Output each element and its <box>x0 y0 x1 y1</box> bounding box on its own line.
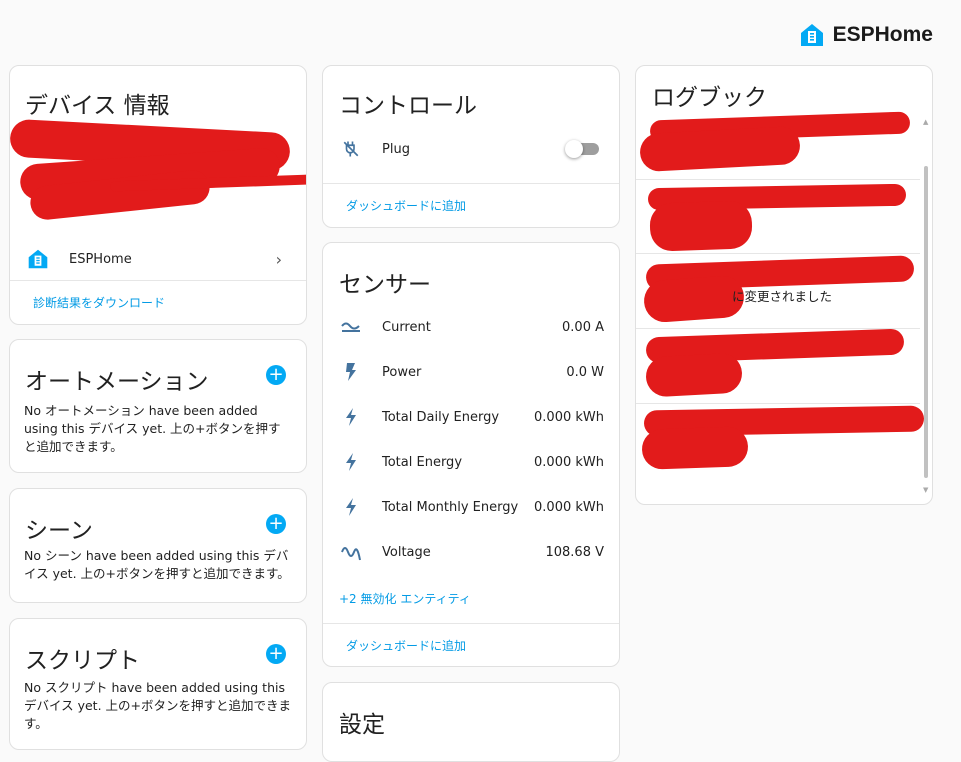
scripts-description: No スクリプト have been added using this デバイス… <box>24 680 292 731</box>
lightning-bolt-icon <box>340 453 362 471</box>
download-diagnostics-link[interactable]: 診断結果をダウンロード <box>33 294 165 311</box>
power-plug-off-icon <box>340 140 362 158</box>
logbook-scrollbar[interactable]: ▲ ▼ <box>923 118 929 494</box>
sensor-name: Total Daily Energy <box>382 409 500 425</box>
sensors-add-to-dashboard-link[interactable]: ダッシュボードに追加 <box>346 637 466 654</box>
sensor-row-total-monthly-energy[interactable]: Total Monthly Energy 0.000 kWh <box>323 495 619 519</box>
add-scene-button[interactable]: + <box>266 514 286 534</box>
chevron-right-icon: › <box>275 249 282 269</box>
redacted-region <box>645 352 743 398</box>
lightning-bolt-icon <box>340 498 362 516</box>
sensor-value: 108.68 V <box>545 544 604 560</box>
sensor-name: Total Monthly Energy <box>382 499 519 515</box>
controls-add-to-dashboard-link[interactable]: ダッシュボードに追加 <box>346 197 466 214</box>
top-bar: ESPHome <box>0 0 961 66</box>
controls-card: コントロール Plug ダッシュボードに追加 <box>322 65 620 228</box>
automations-title: オートメーション <box>25 369 209 395</box>
automations-card: オートメーション + No オートメーション have been added u… <box>9 339 307 473</box>
logbook-card: ログブック に変更されました ▲ ▼ <box>635 65 933 505</box>
disabled-entities-link[interactable]: +2 無効化 エンティティ <box>339 590 471 607</box>
logbook-title: ログブック <box>652 85 767 111</box>
scenes-description: No シーン have been added using this デバイス y… <box>24 548 290 581</box>
controls-title: コントロール <box>339 93 477 119</box>
scroll-up-arrow-icon[interactable]: ▲ <box>923 118 928 126</box>
integration-label: ESPHome <box>69 251 132 267</box>
logbook-entry[interactable] <box>636 108 920 180</box>
brand: ESPHome <box>799 22 933 48</box>
scrollbar-thumb[interactable] <box>924 166 928 478</box>
sensor-row-power[interactable]: Power 0.0 W <box>323 360 619 384</box>
redacted-region <box>649 200 753 252</box>
sensor-value: 0.00 A <box>562 319 604 335</box>
redacted-region <box>641 426 749 470</box>
settings-card: 設定 <box>322 682 620 762</box>
scripts-title: スクリプト <box>25 648 140 674</box>
toggle-knob <box>565 140 583 158</box>
sensor-name: Total Energy <box>382 454 463 470</box>
sensor-row-total-daily-energy[interactable]: Total Daily Energy 0.000 kWh <box>323 405 619 429</box>
logbook-entry[interactable] <box>636 404 925 478</box>
scenes-card: シーン + No シーン have been added using this … <box>9 488 307 603</box>
sensor-value: 0.000 kWh <box>534 409 604 425</box>
esphome-integration-icon <box>27 248 49 270</box>
scenes-title: シーン <box>25 518 93 544</box>
scripts-card: スクリプト + No スクリプト have been added using t… <box>9 618 307 750</box>
logbook-entry[interactable]: に変更されました <box>636 254 920 328</box>
redacted-region <box>639 125 801 173</box>
sensor-name: Power <box>382 364 422 380</box>
automations-description: No オートメーション have been added using this デ… <box>24 403 281 454</box>
integration-row[interactable]: ESPHome › <box>10 244 306 274</box>
settings-title: 設定 <box>339 712 385 738</box>
device-info-title: デバイス 情報 <box>25 93 170 119</box>
logbook-entry[interactable] <box>636 328 920 403</box>
sensor-value: 0.000 kWh <box>534 499 604 515</box>
divider <box>323 183 619 184</box>
sensor-row-current[interactable]: Current 0.00 A <box>323 315 619 339</box>
logbook-entry-text: に変更されました <box>732 289 833 304</box>
divider <box>10 280 306 281</box>
redacted-region <box>642 274 746 324</box>
sensor-row-voltage[interactable]: Voltage 108.68 V <box>323 540 619 564</box>
brand-name: ESPHome <box>832 23 933 46</box>
flash-icon <box>340 363 362 381</box>
lightning-bolt-icon <box>340 408 362 426</box>
scroll-down-arrow-icon[interactable]: ▼ <box>923 486 928 494</box>
plug-toggle[interactable] <box>565 140 601 158</box>
sensor-row-total-energy[interactable]: Total Energy 0.000 kWh <box>323 450 619 474</box>
logbook-entry[interactable] <box>636 180 920 254</box>
divider <box>323 623 619 624</box>
device-info-card: デバイス 情報 ESPHome › 診断結果をダウンロード <box>9 65 307 325</box>
sensor-name: Current <box>382 319 431 335</box>
esphome-logo-icon <box>800 24 823 46</box>
sine-wave-icon <box>340 543 362 561</box>
add-automation-button[interactable]: + <box>266 365 286 385</box>
sensor-value: 0.0 W <box>566 364 604 380</box>
sensors-card: センサー Current 0.00 A Power 0.0 W Total Da… <box>322 242 620 667</box>
sensor-name: Voltage <box>382 544 431 560</box>
add-script-button[interactable]: + <box>266 644 286 664</box>
current-ac-icon <box>340 320 362 334</box>
sensor-value: 0.000 kWh <box>534 454 604 470</box>
sensors-title: センサー <box>339 272 431 298</box>
